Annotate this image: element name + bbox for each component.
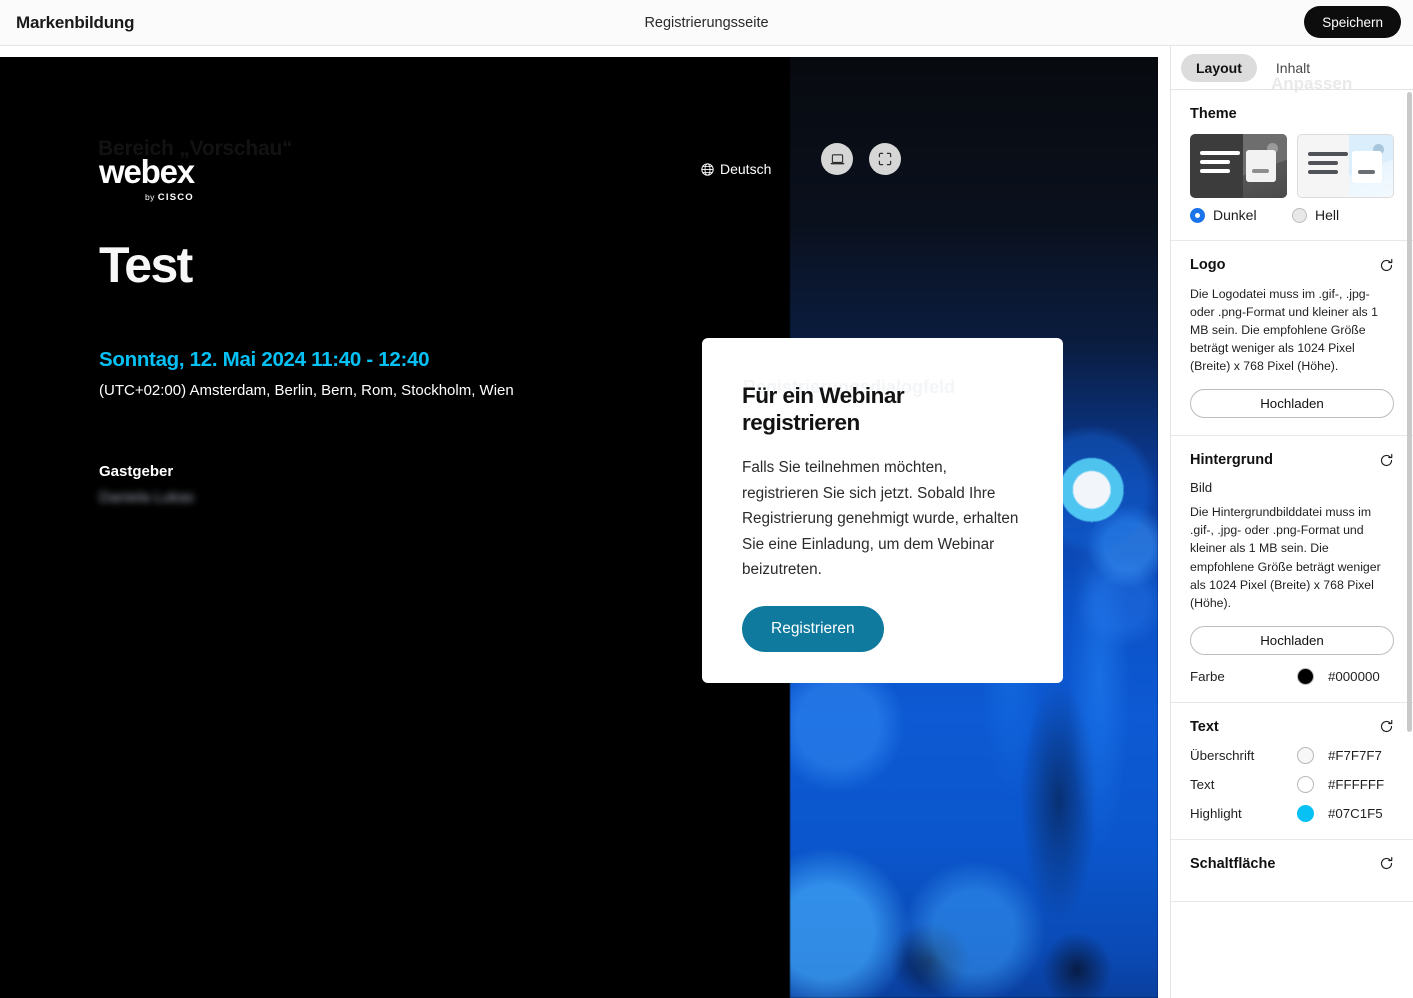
text-highlight-value: #07C1F5 bbox=[1328, 805, 1383, 821]
register-button[interactable]: Registrieren bbox=[742, 606, 884, 652]
theme-option-dunkel[interactable]: Dunkel bbox=[1190, 207, 1292, 223]
background-color-row: Farbe #000000 bbox=[1190, 667, 1394, 685]
theme-line bbox=[1307, 161, 1338, 165]
theme-thumb-dark-lines bbox=[1200, 151, 1240, 173]
theme-option-hell-label: Hell bbox=[1315, 207, 1340, 223]
logo-by-text: by bbox=[144, 192, 155, 202]
top-toolbar: Markenbildung Registrierungsseite Speich… bbox=[0, 0, 1413, 46]
logo-cisco-text: CISCO bbox=[157, 192, 194, 203]
background-section-header: Hintergrund bbox=[1190, 452, 1394, 468]
text-section: Text Überschrift #F7F7F7 Text #FFFFFF Hi… bbox=[1171, 703, 1413, 840]
logo-help-text: Die Logodatei muss im .gif-, .jpg- oder … bbox=[1190, 287, 1378, 374]
text-section-header: Text bbox=[1190, 719, 1394, 735]
theme-line bbox=[1200, 160, 1230, 164]
text-body-swatch[interactable] bbox=[1297, 775, 1314, 793]
theme-line bbox=[1200, 151, 1240, 155]
tab-layout[interactable]: Layout bbox=[1181, 53, 1257, 82]
text-color-row-body: Text #FFFFFF bbox=[1190, 775, 1394, 793]
event-title: Test bbox=[99, 237, 193, 293]
theme-line bbox=[1307, 170, 1338, 174]
save-button[interactable]: Speichern bbox=[1304, 6, 1401, 38]
fullscreen-preview-button[interactable] bbox=[869, 143, 901, 175]
panel-tabs: Layout Inhalt bbox=[1171, 46, 1413, 90]
text-highlight-label: Highlight bbox=[1190, 805, 1242, 821]
registration-card-title: Für ein Webinar registrieren bbox=[742, 383, 905, 436]
theme-card-line bbox=[1251, 169, 1269, 173]
button-section: Schaltfläche bbox=[1171, 840, 1413, 902]
webex-by-cisco: by CISCO bbox=[99, 192, 194, 203]
background-help-text: Die Hintergrundbilddatei muss im .gif-, … bbox=[1190, 505, 1381, 610]
text-body-label: Text bbox=[1190, 776, 1215, 792]
text-highlight-swatch[interactable] bbox=[1297, 804, 1314, 822]
theme-option-hell[interactable]: Hell bbox=[1292, 207, 1394, 223]
theme-line bbox=[1307, 152, 1348, 156]
theme-thumbnails bbox=[1190, 134, 1394, 198]
settings-panel: Anpassen Layout Inhalt Theme Dunkel Hell… bbox=[1170, 46, 1413, 998]
background-color-swatch[interactable] bbox=[1297, 667, 1314, 685]
reset-icon[interactable] bbox=[1379, 453, 1394, 468]
language-selector[interactable]: Deutsch bbox=[701, 161, 771, 177]
theme-thumb-light-card bbox=[1352, 151, 1382, 183]
host-label: Gastgeber bbox=[99, 463, 174, 480]
theme-line bbox=[1200, 169, 1230, 173]
theme-radio-group: Dunkel Hell bbox=[1190, 207, 1394, 223]
text-color-row-heading: Überschrift #F7F7F7 bbox=[1190, 746, 1394, 764]
device-preview-button[interactable] bbox=[821, 143, 853, 175]
theme-thumbnail-dark[interactable] bbox=[1190, 134, 1287, 198]
text-heading-value: #F7F7F7 bbox=[1328, 747, 1382, 763]
registration-card: Registrierungsdialogfeld Für ein Webinar… bbox=[702, 338, 1063, 683]
fullscreen-icon bbox=[878, 152, 892, 166]
background-upload-button[interactable]: Hochladen bbox=[1190, 625, 1394, 655]
theme-thumb-dark-card bbox=[1245, 150, 1276, 182]
theme-card-line bbox=[1358, 170, 1375, 174]
logo-section: Logo Die Logodatei muss im .gif-, .jpg- … bbox=[1171, 241, 1413, 437]
background-section: Hintergrund Bild Die Hintergrundbilddate… bbox=[1171, 436, 1413, 703]
text-heading-label: Überschrift bbox=[1190, 747, 1255, 763]
laptop-icon bbox=[830, 153, 844, 164]
theme-section-header: Theme bbox=[1190, 106, 1394, 122]
theme-thumbnail-light[interactable] bbox=[1296, 134, 1394, 198]
webex-logo: webex by CISCO bbox=[99, 153, 195, 203]
text-body-value: #FFFFFF bbox=[1328, 776, 1385, 792]
webex-wordmark: webex bbox=[99, 153, 195, 190]
theme-option-dunkel-label: Dunkel bbox=[1213, 207, 1257, 223]
tab-inhalt[interactable]: Inhalt bbox=[1261, 54, 1325, 82]
button-section-header: Schaltfläche bbox=[1190, 856, 1394, 872]
registration-page-preview: Bereich „Vorschau“ webex by CISCO Deutsc… bbox=[0, 57, 1158, 998]
radio-hell[interactable] bbox=[1292, 207, 1307, 223]
theme-section-title: Theme bbox=[1190, 106, 1237, 122]
reset-icon[interactable] bbox=[1379, 856, 1394, 871]
text-heading-swatch[interactable] bbox=[1297, 746, 1314, 764]
button-section-title: Schaltfläche bbox=[1190, 855, 1276, 872]
logo-section-header: Logo bbox=[1190, 257, 1394, 273]
reset-icon[interactable] bbox=[1379, 258, 1394, 273]
logo-upload-button[interactable]: Hochladen bbox=[1190, 389, 1394, 419]
event-datetime: Sonntag, 12. Mai 2024 11:40 - 12:40 bbox=[99, 348, 430, 371]
theme-section: Theme Dunkel Hell bbox=[1171, 90, 1413, 241]
logo-section-title: Logo bbox=[1190, 257, 1226, 273]
text-section-title: Text bbox=[1190, 718, 1219, 735]
reset-icon[interactable] bbox=[1379, 719, 1394, 734]
background-color-value: #000000 bbox=[1328, 668, 1380, 684]
background-image-label: Bild bbox=[1190, 480, 1213, 496]
globe-icon bbox=[701, 162, 714, 176]
registration-card-body: Falls Sie teilnehmen möchten, registrier… bbox=[742, 459, 1019, 579]
event-timezone: (UTC+02:00) Amsterdam, Berlin, Bern, Rom… bbox=[99, 382, 514, 399]
background-section-title: Hintergrund bbox=[1190, 452, 1273, 469]
radio-dunkel[interactable] bbox=[1190, 207, 1205, 223]
text-color-row-highlight: Highlight #07C1F5 bbox=[1190, 804, 1394, 822]
panel-scrollbar[interactable] bbox=[1407, 92, 1412, 732]
host-name: Daniela Lukas bbox=[99, 489, 195, 506]
background-color-label: Farbe bbox=[1190, 668, 1225, 684]
theme-thumb-light-lines bbox=[1307, 152, 1348, 174]
breadcrumb-current-page: Registrierungsseite bbox=[644, 14, 769, 31]
language-label: Deutsch bbox=[720, 161, 772, 177]
